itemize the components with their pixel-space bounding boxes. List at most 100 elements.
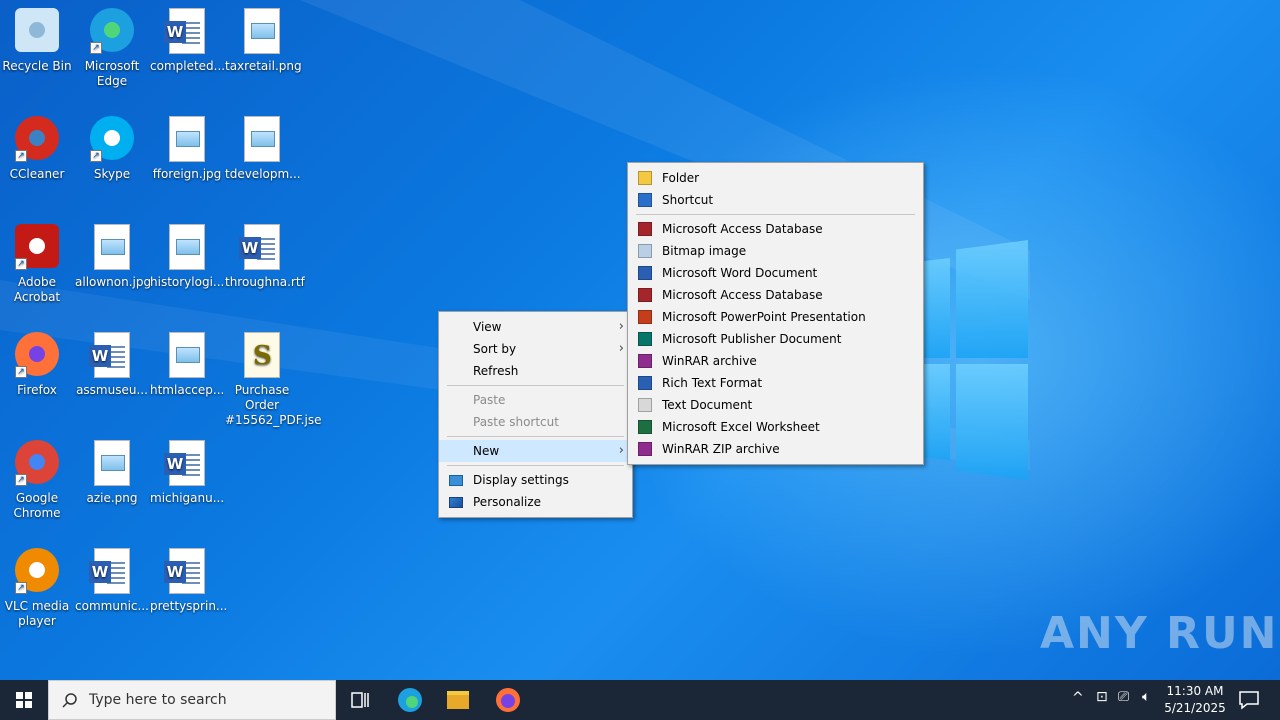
new-submenu-item[interactable]: Shortcut — [628, 189, 923, 211]
file-type-icon — [638, 171, 652, 185]
menu-item-sort-by-label: Sort by — [473, 342, 517, 356]
new-submenu-item[interactable]: Microsoft PowerPoint Presentation — [628, 306, 923, 328]
desktop-icon[interactable]: Wthroughna.rtf — [225, 216, 305, 290]
volume-icon[interactable]: 🔈︎ — [1142, 689, 1150, 705]
vlc-icon: ↗ — [13, 548, 61, 596]
menu-item-new[interactable]: New › — [439, 440, 632, 462]
folder-icon — [447, 691, 469, 709]
new-submenu-item-label: Shortcut — [662, 193, 714, 207]
desktop-icon[interactable]: ↗ Skype — [75, 108, 149, 182]
shortcut-arrow-icon: ↗ — [90, 42, 102, 54]
desktop-icon[interactable]: azie.png — [75, 432, 149, 506]
task-view-button[interactable] — [340, 680, 380, 720]
menu-item-refresh[interactable]: Refresh — [439, 360, 632, 382]
file-type-icon — [638, 398, 652, 412]
menu-item-display-settings[interactable]: Display settings — [439, 469, 632, 491]
file-type-icon — [638, 420, 652, 434]
desktop-icon[interactable]: ↗ Google Chrome — [0, 432, 74, 521]
desktop-icon[interactable]: ↗ Adobe Acrobat — [0, 216, 74, 305]
new-submenu-item[interactable]: Microsoft Publisher Document — [628, 328, 923, 350]
word-doc-icon: W — [163, 8, 211, 56]
desktop-icon-label: prettysprin... — [150, 599, 228, 613]
new-submenu-item[interactable]: Rich Text Format — [628, 372, 923, 394]
new-submenu-item-label: Text Document — [662, 398, 753, 412]
image-file-icon — [238, 8, 286, 56]
desktop-icon[interactable]: htmlaccep... — [150, 324, 224, 398]
new-submenu-item[interactable]: WinRAR archive — [628, 350, 923, 372]
image-file-icon — [88, 224, 136, 272]
desktop-icon[interactable]: S Purchase Order #15562_PDF.jse — [225, 324, 322, 428]
shortcut-arrow-icon: ↗ — [15, 150, 27, 162]
new-submenu-item[interactable]: Text Document — [628, 394, 923, 416]
ethernet-icon[interactable]: ⎚ — [1118, 689, 1129, 705]
shortcut-arrow-icon: ↗ — [15, 582, 27, 594]
image-file-icon — [163, 332, 211, 380]
desktop-icon[interactable]: ↗ Firefox — [0, 324, 74, 398]
desktop-icon-label: completed... — [150, 59, 226, 73]
menu-item-display-settings-label: Display settings — [473, 473, 569, 487]
desktop-icon[interactable]: Wcommunic... — [75, 540, 149, 614]
desktop-icon-label: fforeign.jpg — [152, 167, 222, 181]
menu-item-paste[interactable]: Paste — [439, 389, 632, 411]
new-submenu-item[interactable]: Microsoft Excel Worksheet — [628, 416, 923, 438]
menu-item-sort-by[interactable]: Sort by › — [439, 338, 632, 360]
taskbar-search-box[interactable]: Type here to search — [48, 680, 336, 720]
personalize-icon — [449, 497, 463, 508]
desktop-icon-label: allownon.jpg — [75, 275, 152, 289]
new-submenu-item[interactable]: Microsoft Access Database — [628, 218, 923, 240]
menu-item-view[interactable]: View › — [439, 316, 632, 338]
taskbar-firefox-button[interactable] — [488, 680, 528, 720]
menu-item-personalize[interactable]: Personalize — [439, 491, 632, 513]
menu-item-view-label: View — [473, 320, 502, 334]
desktop-icon-label: Purchase Order #15562_PDF.jse — [225, 383, 322, 427]
new-submenu-item[interactable]: Microsoft Access Database — [628, 284, 923, 306]
menu-separator — [636, 214, 915, 215]
file-type-icon — [638, 193, 652, 207]
notifications-icon — [1239, 691, 1259, 710]
menu-separator — [447, 465, 624, 466]
desktop-icon[interactable]: taxretail.png — [225, 0, 302, 74]
edge-icon: ↗ — [88, 8, 136, 56]
display-settings-icon — [449, 475, 463, 486]
desktop-icon[interactable]: fforeign.jpg — [150, 108, 224, 182]
edge-icon — [398, 688, 422, 712]
desktop-icon-label: Recycle Bin — [2, 59, 72, 73]
file-type-icon — [638, 244, 652, 258]
clock-time: 11:30 AM — [1166, 684, 1224, 698]
desktop-icon[interactable]: tdevelopm... — [225, 108, 301, 182]
start-button[interactable] — [0, 680, 48, 720]
desktop-icon[interactable]: historylogi... — [150, 216, 224, 290]
file-type-icon — [638, 266, 652, 280]
shortcut-arrow-icon: ↗ — [15, 258, 27, 270]
network-icon[interactable]: ⊡ — [1096, 689, 1108, 705]
desktop-icon[interactable]: Wassmuseu... — [75, 324, 149, 398]
desktop-icon[interactable]: allownon.jpg — [75, 216, 152, 290]
new-submenu-item[interactable]: WinRAR ZIP archive — [628, 438, 923, 460]
new-submenu-item[interactable]: Microsoft Word Document — [628, 262, 923, 284]
taskbar-file-explorer-button[interactable] — [438, 680, 478, 720]
menu-item-paste-shortcut-label: Paste shortcut — [473, 415, 559, 429]
word-doc-icon: W — [88, 548, 136, 596]
desktop-context-menu: View › Sort by › Refresh Paste Paste short… — [438, 311, 633, 518]
desktop-icon[interactable]: Wmichiganu... — [150, 432, 224, 506]
desktop-icon[interactable]: Wcompleted... — [150, 0, 226, 74]
file-type-icon — [638, 222, 652, 236]
new-submenu-item[interactable]: Folder — [628, 167, 923, 189]
new-submenu-item[interactable]: Bitmap image — [628, 240, 923, 262]
taskbar-edge-button[interactable] — [390, 680, 430, 720]
action-center-button[interactable] — [1234, 680, 1274, 720]
file-type-icon — [638, 310, 652, 324]
word-doc-icon: W — [163, 440, 211, 488]
menu-item-paste-shortcut[interactable]: Paste shortcut — [439, 411, 632, 433]
desktop-icon[interactable]: ↗ VLC media player — [0, 540, 74, 629]
chevron-up-icon[interactable]: ^ — [1072, 690, 1084, 706]
desktop-icon[interactable]: ↗ CCleaner — [0, 108, 74, 182]
acrobat-icon: ↗ — [13, 224, 61, 272]
image-file-icon — [88, 440, 136, 488]
desktop-icon[interactable]: Wprettysprin... — [150, 540, 228, 614]
desktop-icon[interactable]: ↗ Microsoft Edge — [75, 0, 149, 89]
new-submenu-item-label: WinRAR ZIP archive — [662, 442, 780, 456]
clock[interactable]: 11:30 AM 5/21/2025 — [1162, 683, 1228, 717]
desktop-icon[interactable]: Recycle Bin — [0, 0, 74, 74]
desktop-icon-label: communic... — [75, 599, 149, 613]
